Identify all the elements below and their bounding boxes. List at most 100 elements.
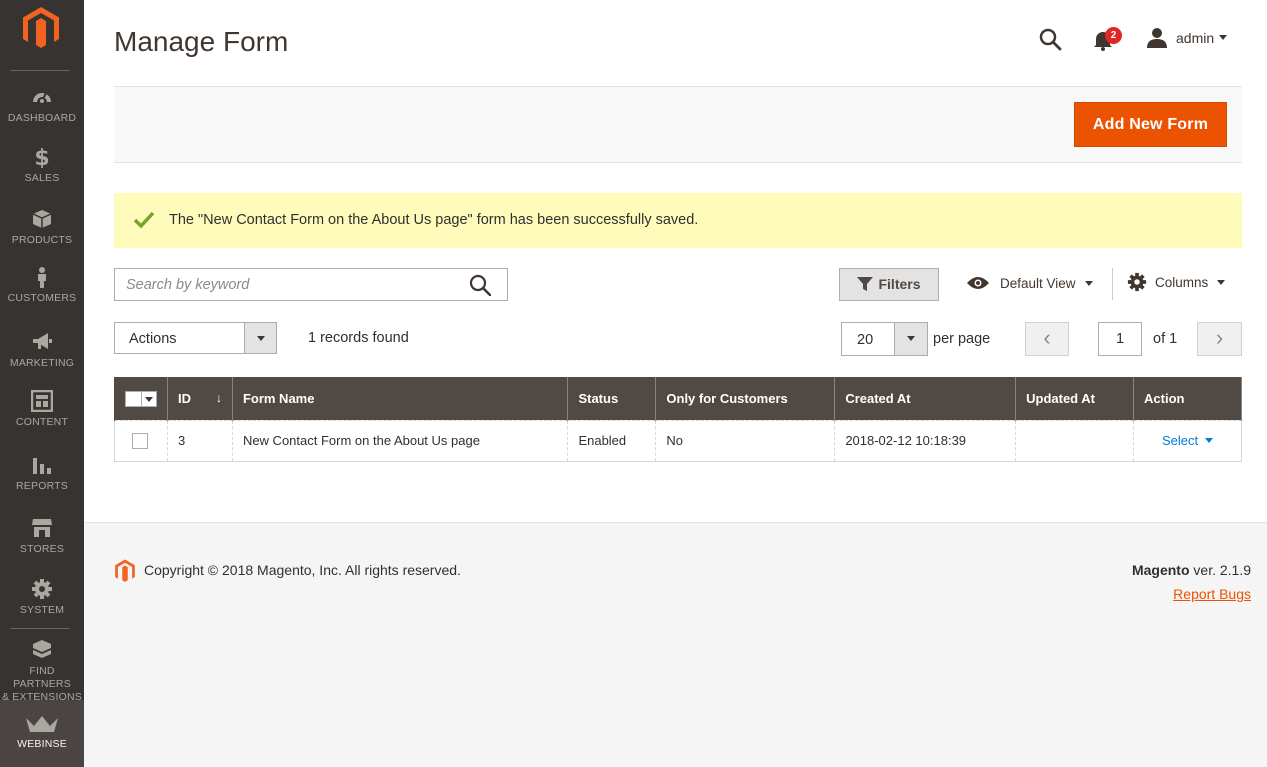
- columns-dropdown[interactable]: Columns: [1127, 272, 1226, 292]
- row-action-select[interactable]: Select: [1161, 433, 1214, 448]
- magento-logo-icon: [115, 559, 135, 582]
- toolbar-divider: [1112, 268, 1113, 300]
- page-footer: Copyright © 2018 Magento, Inc. All right…: [84, 522, 1267, 767]
- nav-content-label: Content: [15, 416, 69, 428]
- person-icon: [38, 267, 46, 288]
- cell-updated-at: [1015, 419, 1135, 462]
- box-icon: [32, 210, 52, 228]
- nav-stores-label: Stores: [19, 543, 65, 555]
- sidebar-divider: [10, 70, 70, 71]
- page-number-input[interactable]: 1: [1098, 322, 1142, 356]
- keyword-search: [114, 268, 508, 301]
- gear-icon: [1127, 272, 1147, 292]
- filters-button[interactable]: Filters: [839, 268, 939, 301]
- chevron-down-icon[interactable]: [894, 323, 927, 355]
- nav-system-label: System: [19, 604, 65, 616]
- table-row: 3 New Contact Form on the About Us page …: [114, 419, 1242, 462]
- column-header-action: Action: [1133, 377, 1242, 420]
- sidebar-divider: [10, 628, 70, 629]
- form-grid: ID ↓ Form Name Status Only for Customers …: [114, 377, 1242, 462]
- nav-products[interactable]: Products: [0, 208, 84, 247]
- next-page-button[interactable]: ›: [1197, 322, 1242, 356]
- report-bugs-link[interactable]: Report Bugs: [1173, 586, 1251, 602]
- cell-status: Enabled: [567, 419, 657, 462]
- nav-sales[interactable]: $ Sales: [0, 146, 84, 185]
- search-input[interactable]: [115, 269, 455, 300]
- nav-marketing[interactable]: Marketing: [0, 331, 84, 370]
- crown-icon: [26, 716, 58, 732]
- nav-dashboard-label: Dashboard: [7, 112, 77, 124]
- eye-icon: [967, 276, 989, 289]
- row-action-select-label: Select: [1161, 433, 1199, 448]
- chevron-down-icon: [1217, 280, 1226, 285]
- search-icon[interactable]: [469, 274, 491, 296]
- funnel-icon: [857, 276, 874, 291]
- page-actions-bar: Add New Form: [114, 86, 1242, 163]
- nav-system[interactable]: System: [0, 578, 84, 617]
- version-number: ver. 2.1.9: [1189, 562, 1251, 578]
- default-view-label: Default View: [1000, 276, 1076, 291]
- column-header-created-at[interactable]: Created At: [834, 377, 1017, 420]
- cell-action: Select: [1133, 419, 1242, 462]
- chevron-down-icon: [1205, 438, 1214, 444]
- checkmark-icon: [134, 211, 154, 229]
- notification-badge[interactable]: 2: [1105, 27, 1122, 44]
- columns-label: Columns: [1155, 275, 1209, 291]
- gear-icon: [32, 579, 52, 599]
- row-checkbox[interactable]: [132, 432, 148, 449]
- nav-find-partners[interactable]: Find Partners & Extensions: [0, 639, 84, 704]
- search-icon[interactable]: [1038, 27, 1062, 51]
- storefront-icon: [32, 519, 52, 537]
- nav-customers-label: Customers: [7, 292, 77, 304]
- user-icon[interactable]: [1146, 27, 1168, 49]
- nav-stores[interactable]: Stores: [0, 517, 84, 556]
- chevron-down-icon[interactable]: [244, 323, 276, 353]
- bar-chart-icon: [33, 458, 51, 474]
- column-header-status[interactable]: Status: [567, 377, 657, 420]
- cell-form-name: New Contact Form on the About Us page: [231, 419, 569, 462]
- nav-reports[interactable]: Reports: [0, 454, 84, 493]
- chevron-right-icon: ›: [1215, 325, 1224, 350]
- records-count: 1 records found: [308, 330, 409, 346]
- nav-reports-label: Reports: [16, 480, 68, 492]
- chevron-left-icon: ‹: [1043, 325, 1051, 350]
- per-page-value: 20: [857, 332, 874, 348]
- nav-dashboard[interactable]: Dashboard: [0, 86, 84, 125]
- mass-select-checkbox[interactable]: [125, 390, 157, 407]
- cell-created-at: 2018-02-12 10:18:39: [834, 419, 1017, 462]
- nav-customers[interactable]: Customers: [0, 266, 84, 305]
- column-header-updated-at[interactable]: Updated At: [1015, 377, 1135, 420]
- mass-actions-dropdown[interactable]: Actions: [114, 322, 277, 354]
- admin-sidebar: Dashboard $ Sales Products Customers Mar…: [0, 0, 84, 767]
- copyright-text: Copyright © 2018 Magento, Inc. All right…: [144, 562, 461, 578]
- page-total: of 1: [1153, 331, 1178, 347]
- per-page-select[interactable]: 20: [841, 322, 928, 356]
- nav-partners-label-1: Find Partners: [13, 665, 71, 690]
- version-text: Magento ver. 2.1.9: [1132, 562, 1251, 578]
- column-header-only-for-customers[interactable]: Only for Customers: [655, 377, 836, 420]
- nav-content[interactable]: Content: [0, 390, 84, 429]
- column-header-id[interactable]: ID ↓: [167, 377, 233, 420]
- add-new-form-button[interactable]: Add New Form: [1074, 102, 1227, 147]
- content-icon: [31, 390, 53, 412]
- nav-marketing-label: Marketing: [9, 357, 75, 369]
- chevron-down-icon[interactable]: [1219, 35, 1227, 40]
- per-page-label: per page: [933, 331, 991, 347]
- nav-webinse[interactable]: Webinse: [0, 700, 84, 767]
- row-select-cell: [114, 419, 168, 462]
- cell-only-for-customers: No: [655, 419, 836, 462]
- column-header-form-name[interactable]: Form Name: [231, 377, 569, 420]
- default-view-dropdown[interactable]: Default View: [966, 276, 1093, 294]
- success-message: The "New Contact Form on the About Us pa…: [114, 193, 1242, 248]
- mass-select-header[interactable]: [114, 377, 168, 420]
- cell-id: 3: [167, 419, 233, 462]
- nav-webinse-label: Webinse: [17, 738, 67, 750]
- column-header-id-label: ID: [178, 390, 191, 406]
- extensions-icon: [33, 640, 51, 658]
- admin-user-menu[interactable]: admin: [1176, 30, 1214, 46]
- filters-label: Filters: [878, 276, 921, 292]
- magento-logo-icon[interactable]: [22, 6, 60, 50]
- previous-page-button[interactable]: ‹: [1025, 322, 1069, 356]
- brand-name: Magento: [1131, 562, 1190, 578]
- megaphone-icon: [33, 333, 52, 349]
